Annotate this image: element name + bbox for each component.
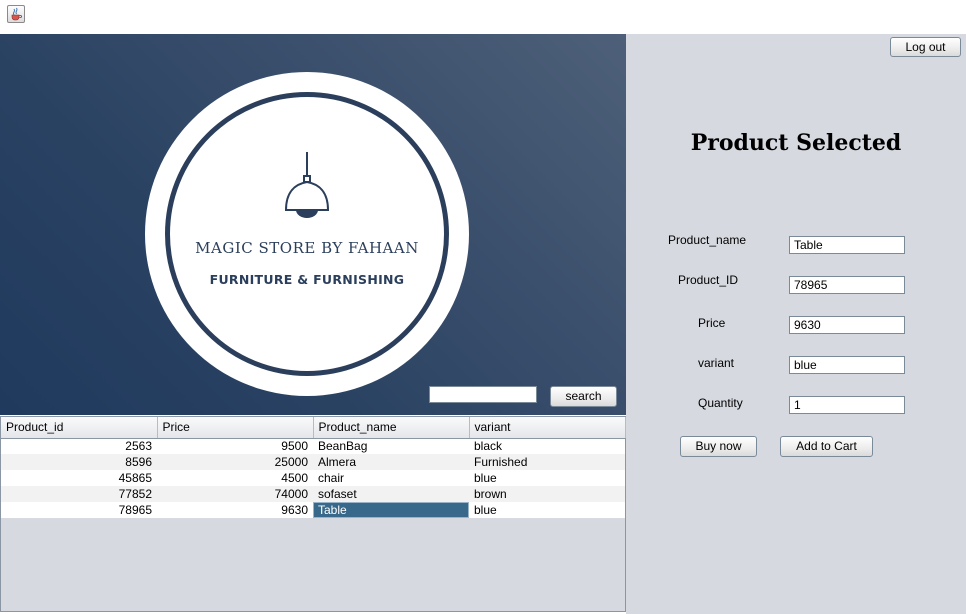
cell-variant[interactable]: blue xyxy=(469,502,625,518)
price-label: Price xyxy=(698,316,726,330)
java-coffee-icon[interactable] xyxy=(7,5,25,23)
table-row[interactable]: 2563 9500 BeanBag black xyxy=(1,438,625,454)
cell-price[interactable]: 9500 xyxy=(157,438,313,454)
product-selected-heading: Product Selected xyxy=(690,130,902,156)
table-row-selected[interactable]: 78965 9630 Table blue xyxy=(1,502,625,518)
window-titlebar xyxy=(0,0,966,34)
quantity-label: Quantity xyxy=(698,396,743,410)
product-table: Product_id Price Product_name variant 25… xyxy=(1,417,626,518)
cell-product-name[interactable]: Almera xyxy=(313,454,469,470)
cell-product-id[interactable]: 45865 xyxy=(1,470,157,486)
buy-now-button[interactable]: Buy now xyxy=(680,436,757,457)
column-header-variant[interactable]: variant xyxy=(469,417,626,439)
product-name-field[interactable] xyxy=(789,236,905,254)
brand-tagline: FURNITURE & FURNISHING xyxy=(209,272,405,287)
product-id-field[interactable] xyxy=(789,276,905,294)
cell-price[interactable]: 9630 xyxy=(157,502,313,518)
cell-variant[interactable]: Furnished xyxy=(469,454,625,470)
table-row[interactable]: 77852 74000 sofaset brown xyxy=(1,486,625,502)
store-banner: MAGIC STORE BY FAHAAN FURNITURE & FURNIS… xyxy=(0,34,626,415)
column-header-product-name[interactable]: Product_name xyxy=(313,417,470,439)
cell-product-name[interactable]: sofaset xyxy=(313,486,469,502)
price-field[interactable] xyxy=(789,316,905,334)
quantity-field[interactable] xyxy=(789,396,905,414)
product-table-scrollpane[interactable]: Product_id Price Product_name variant 25… xyxy=(0,416,626,612)
logout-button[interactable]: Log out xyxy=(890,37,961,57)
search-button[interactable]: search xyxy=(550,386,617,407)
search-input[interactable] xyxy=(429,386,537,403)
pendant-lamp-icon xyxy=(285,152,330,218)
store-logo: MAGIC STORE BY FAHAAN FURNITURE & FURNIS… xyxy=(145,72,469,396)
cell-product-id[interactable]: 2563 xyxy=(1,438,157,454)
table-header-row: Product_id Price Product_name variant xyxy=(1,417,626,439)
variant-field[interactable] xyxy=(789,356,905,374)
table-row[interactable]: 8596 25000 Almera Furnished xyxy=(1,454,625,470)
product-name-label: Product_name xyxy=(668,233,747,247)
variant-label: variant xyxy=(698,356,735,370)
cell-variant[interactable]: blue xyxy=(469,470,625,486)
cell-product-id[interactable]: 78965 xyxy=(1,502,157,518)
left-panel: MAGIC STORE BY FAHAAN FURNITURE & FURNIS… xyxy=(0,34,626,614)
brand-name: MAGIC STORE BY FAHAAN xyxy=(195,239,419,257)
cell-variant[interactable]: black xyxy=(469,438,625,454)
cell-price[interactable]: 74000 xyxy=(157,486,313,502)
logo-ring xyxy=(165,92,449,376)
cell-product-name-selected[interactable]: Table xyxy=(313,502,469,518)
cell-price[interactable]: 25000 xyxy=(157,454,313,470)
cell-price[interactable]: 4500 xyxy=(157,470,313,486)
cell-variant[interactable]: brown xyxy=(469,486,625,502)
column-header-price[interactable]: Price xyxy=(157,417,314,439)
cell-product-id[interactable]: 8596 xyxy=(1,454,157,470)
product-detail-panel: Log out Product Selected Product_name Pr… xyxy=(626,34,966,614)
table-row[interactable]: 45865 4500 chair blue xyxy=(1,470,625,486)
cell-product-name[interactable]: chair xyxy=(313,470,469,486)
cell-product-id[interactable]: 77852 xyxy=(1,486,157,502)
product-id-label: Product_ID xyxy=(678,273,739,287)
add-to-cart-button[interactable]: Add to Cart xyxy=(780,436,873,457)
cell-product-name[interactable]: BeanBag xyxy=(313,438,469,454)
column-header-product-id[interactable]: Product_id xyxy=(1,417,158,439)
